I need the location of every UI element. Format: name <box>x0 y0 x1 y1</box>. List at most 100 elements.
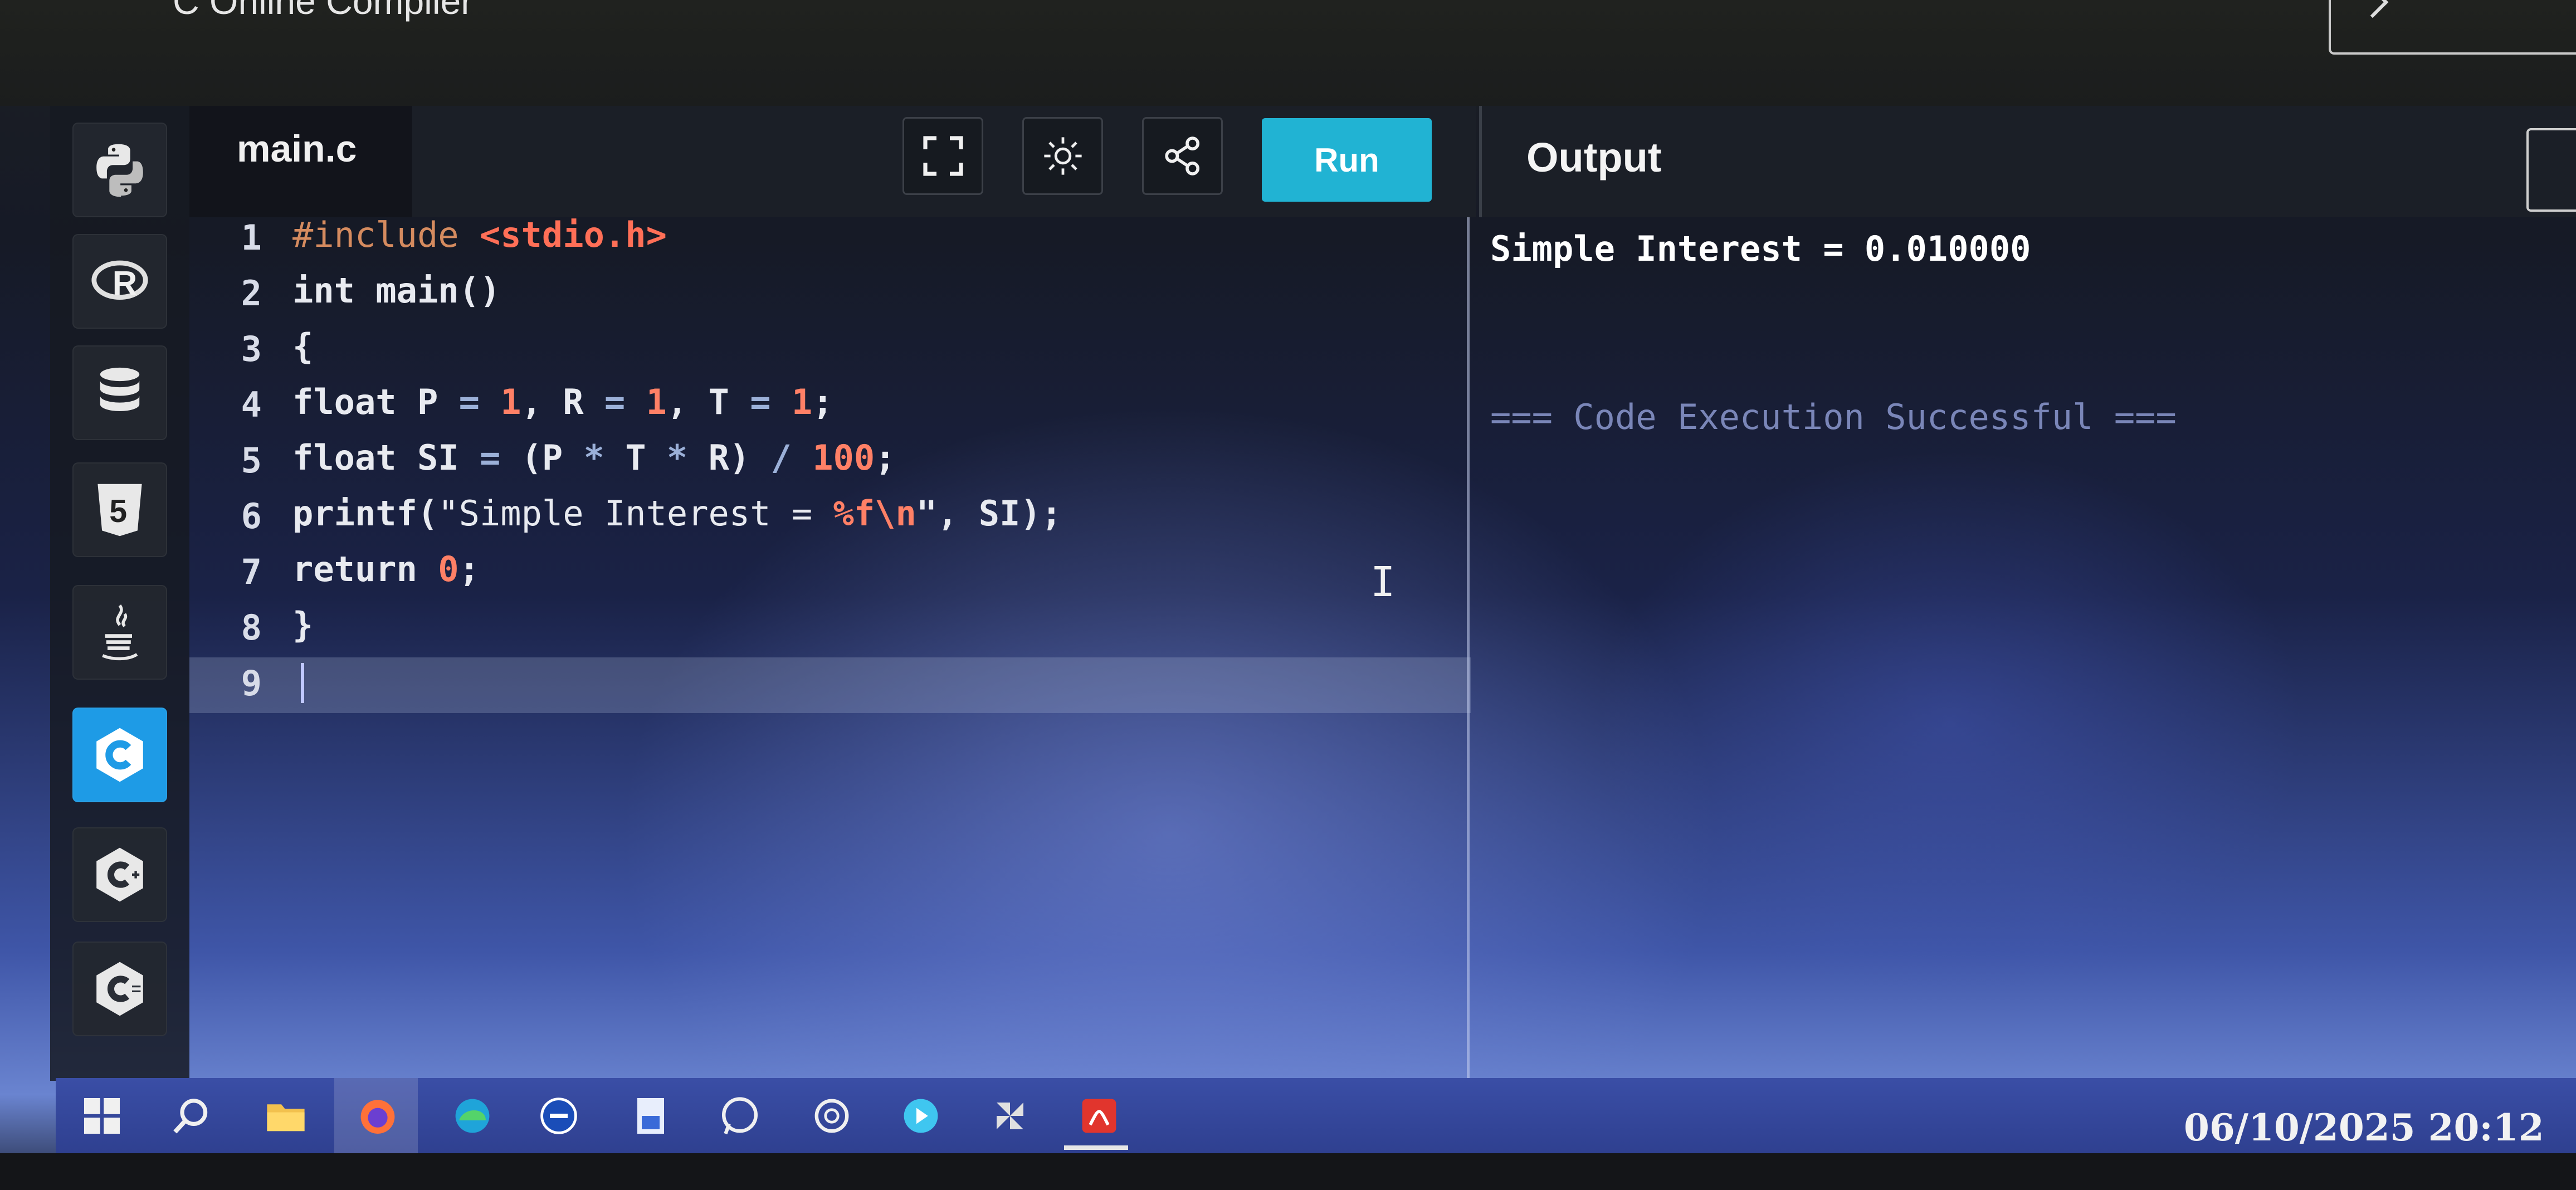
taskbar-whatsapp[interactable] <box>710 1086 769 1145</box>
taskbar-app-pinwheel[interactable] <box>980 1086 1039 1145</box>
search-icon <box>173 1098 207 1134</box>
line-number: 7 <box>241 552 262 592</box>
run-button[interactable]: Run <box>1262 118 1432 202</box>
screen: C Online Compiler R 5 main.c Run Output … <box>0 0 2576 1190</box>
code-token: " <box>916 493 938 534</box>
windows-icon <box>84 1098 120 1134</box>
share-button[interactable] <box>1142 117 1223 195</box>
code-token: , SI); <box>937 493 1062 534</box>
output-result: Simple Interest = 0.010000 <box>1490 228 2031 269</box>
language-sql-button[interactable] <box>72 345 167 440</box>
code-token: 0 <box>438 549 459 589</box>
html5-icon: 5 <box>97 484 142 537</box>
notepad-icon <box>637 1098 664 1134</box>
active-line-highlight <box>189 657 1471 713</box>
java-icon <box>102 604 138 661</box>
cpp-icon <box>96 847 143 902</box>
language-cpp-button[interactable] <box>72 827 167 922</box>
pdf-icon <box>1082 1099 1116 1133</box>
code-token: = <box>458 382 501 422</box>
code-token: 1 <box>500 382 521 422</box>
code-line-8: } <box>292 604 314 645</box>
taskbar-file-explorer[interactable] <box>256 1086 315 1145</box>
file-tab[interactable]: main.c <box>189 106 412 217</box>
code-token: T <box>625 437 667 478</box>
chatgpt-icon <box>814 1099 848 1133</box>
taskbar-firefox[interactable] <box>348 1086 407 1145</box>
line-number: 6 <box>241 496 262 537</box>
code-token: 100 <box>812 437 875 478</box>
code-token: printf( <box>292 493 438 534</box>
code-token: ; <box>812 382 833 422</box>
line-number-gutter: 1 2 3 4 5 6 7 8 9 <box>189 217 279 1081</box>
language-java-button[interactable] <box>72 585 167 680</box>
csharp-icon <box>96 962 143 1016</box>
taskbar-running-indicator <box>1064 1145 1128 1150</box>
svg-text:R: R <box>113 264 137 303</box>
language-html-button[interactable]: 5 <box>72 462 167 557</box>
language-python-button[interactable] <box>72 123 167 217</box>
file-tab-label: main.c <box>237 128 357 170</box>
edge-beta-icon <box>455 1099 489 1133</box>
line-number: 5 <box>241 440 262 481</box>
theme-toggle-button[interactable] <box>1022 117 1103 195</box>
firefox-icon <box>360 1099 394 1134</box>
whatsapp-icon <box>721 1096 758 1134</box>
chevron-right-icon <box>2357 0 2389 18</box>
taskbar-pdf-reader[interactable] <box>1070 1086 1128 1145</box>
code-token: <stdio.h> <box>479 214 667 255</box>
text-cursor <box>301 663 304 703</box>
code-line-1: #include <stdio.h> <box>292 214 667 255</box>
fullscreen-button[interactable] <box>902 117 983 195</box>
taskbar-chatgpt[interactable] <box>802 1086 861 1145</box>
code-line-5: float SI = (P * T * R) / 100; <box>292 437 896 478</box>
code-token: = <box>604 382 646 422</box>
output-title: Output <box>1526 134 1662 181</box>
language-csharp-button[interactable] <box>72 942 167 1036</box>
clear-output-button[interactable] <box>2526 128 2576 212</box>
fullscreen-icon <box>923 136 963 176</box>
r-icon: R <box>91 260 148 303</box>
play-icon <box>904 1099 938 1133</box>
code-token: R) <box>708 437 771 478</box>
header-nav-button[interactable] <box>2329 0 2576 55</box>
python-icon <box>96 144 143 197</box>
pinwheel-icon <box>996 1102 1023 1129</box>
taskbar-notepad[interactable] <box>621 1086 680 1145</box>
code-line-6: printf("Simple Interest = %f\n", SI); <box>292 493 1062 534</box>
line-number: 3 <box>241 329 262 369</box>
line-number: 2 <box>241 273 262 314</box>
folder-icon <box>266 1104 305 1131</box>
taskbar-app-dots[interactable] <box>529 1086 588 1145</box>
code-editor[interactable] <box>189 217 1471 1081</box>
sun-icon <box>1043 137 1082 175</box>
code-token: ; <box>458 549 480 589</box>
code-line-4: float P = 1, R = 1, T = 1; <box>292 382 833 422</box>
output-status: === Code Execution Successful === <box>1490 397 2177 437</box>
code-line-3: { <box>292 326 314 367</box>
code-token: = <box>479 437 521 478</box>
code-token: ; <box>875 437 896 478</box>
taskbar-media-player[interactable] <box>891 1086 950 1145</box>
chat-app-icon <box>540 1097 577 1134</box>
language-r-button[interactable]: R <box>72 234 167 329</box>
taskbar-search-button[interactable] <box>162 1086 220 1145</box>
language-c-button[interactable] <box>72 708 167 802</box>
code-token: 1 <box>791 382 813 422</box>
line-number: 4 <box>241 384 262 425</box>
editor-output-divider[interactable] <box>1467 217 1470 1081</box>
code-line-2: int main() <box>292 270 501 311</box>
code-token: = <box>750 382 792 422</box>
code-token: %f\n <box>833 493 916 534</box>
site-title: C Online Compiler <box>173 0 474 22</box>
taskbar-edge-beta[interactable] <box>443 1086 501 1145</box>
code-token: / <box>770 437 813 478</box>
i-beam-cursor-icon: I <box>1370 558 1396 606</box>
taskbar-clock[interactable]: 06/10/2025 20:12 <box>2184 1106 2544 1149</box>
code-token: , R <box>521 382 604 422</box>
line-number: 1 <box>241 217 262 258</box>
start-button[interactable] <box>72 1086 131 1145</box>
code-token: 1 <box>646 382 667 422</box>
svg-text:5: 5 <box>109 494 127 529</box>
browser-header: C Online Compiler <box>0 0 2576 106</box>
